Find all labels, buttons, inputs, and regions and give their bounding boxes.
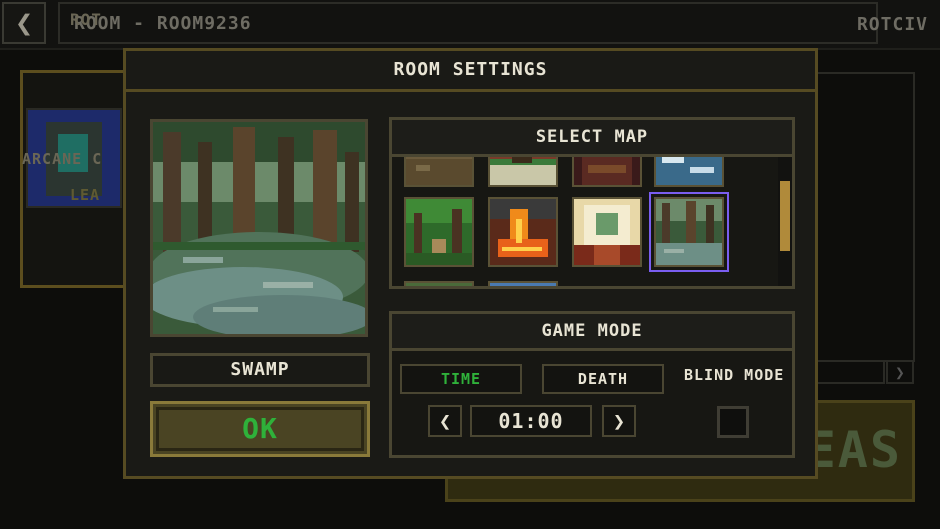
lobby-list-bar <box>815 360 885 384</box>
blind-mode-label: BLIND MODE <box>684 366 785 384</box>
mode-time-button[interactable]: TIME <box>400 364 522 394</box>
user-name: ROTCIV <box>856 14 928 35</box>
map-thumb-water[interactable] <box>488 281 558 286</box>
mode-death-button[interactable]: DEATH <box>542 364 664 394</box>
map-thumb-hallway[interactable] <box>572 197 642 267</box>
timer-increase-button[interactable]: ❯ <box>602 405 636 437</box>
chevron-left-icon: ❮ <box>14 6 34 41</box>
select-map-panel: SELECT MAP <box>389 117 795 289</box>
player-card-sub: LEA <box>70 186 101 204</box>
chevron-left-icon: ❮ <box>438 409 452 433</box>
map-thumb-lava[interactable] <box>488 197 558 267</box>
map-thumb-mansion[interactable] <box>488 157 558 187</box>
game-mode-panel: GAME MODE TIME DEATH BLIND MODE ❮ 01:00 … <box>389 311 795 458</box>
timer-value: 01:00 <box>470 405 592 437</box>
lobby-list-panel <box>815 72 915 362</box>
map-thumb-grass[interactable] <box>404 281 474 286</box>
blind-mode-checkbox[interactable] <box>717 406 749 438</box>
map-thumb-forest[interactable] <box>404 197 474 267</box>
game-mode-header: GAME MODE <box>392 314 792 351</box>
back-button[interactable]: ❮ <box>2 2 46 44</box>
player-card-name: ROT <box>70 10 102 29</box>
map-scrollbar-thumb[interactable] <box>780 181 790 251</box>
map-thumb-dirt[interactable] <box>404 157 474 187</box>
map-preview <box>150 119 368 337</box>
room-settings-modal: ROOM SETTINGS SWAMP OK SELECT MAP GAME M… <box>123 48 818 479</box>
top-bar: ❮ ROOM - ROOM9236 ROTCIV <box>0 0 940 50</box>
start-button-label: EAS <box>805 421 902 479</box>
chevron-right-icon: ❯ <box>612 409 626 433</box>
timer-decrease-button[interactable]: ❮ <box>428 405 462 437</box>
modal-title: ROOM SETTINGS <box>126 51 815 92</box>
ok-button[interactable]: OK <box>150 401 370 457</box>
map-thumb-ice[interactable] <box>654 157 724 187</box>
map-grid <box>392 157 778 286</box>
player-class: ARCANE C <box>22 150 103 168</box>
chevron-right-icon[interactable]: ❯ <box>886 360 914 384</box>
map-scrollbar[interactable] <box>778 157 792 286</box>
swamp-preview-image <box>153 122 365 334</box>
selected-map-name: SWAMP <box>150 353 370 387</box>
map-thumb-swamp[interactable] <box>649 192 729 272</box>
select-map-header: SELECT MAP <box>392 120 792 157</box>
map-thumb-library[interactable] <box>572 157 642 187</box>
room-title: ROOM - ROOM9236 <box>58 2 878 44</box>
